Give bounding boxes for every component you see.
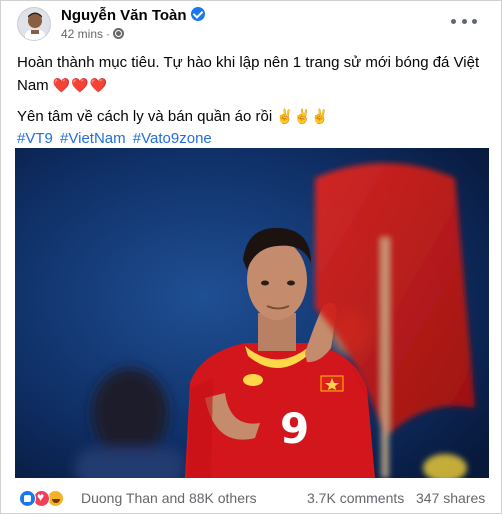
hashtag-vt9[interactable]: #VT9 — [17, 130, 53, 147]
post-header: Nguyễn Văn Toàn 42 mins · — [1, 1, 501, 45]
post-time[interactable]: 42 mins — [61, 27, 103, 41]
hashtag-vietnam[interactable]: #VietNam — [60, 130, 126, 147]
reactions-count[interactable]: Duong Than and 88K others — [81, 490, 257, 506]
jersey-number: 9 — [280, 404, 309, 453]
hashtag-vato9zone[interactable]: #Vato9zone — [133, 130, 212, 147]
comments-count[interactable]: 3.7K comments — [307, 490, 404, 506]
post-line-2-text: Yên tâm về cách ly và bán quần áo rồi — [17, 108, 273, 125]
hashtags: #VT9 #VietNam #Vato9zone — [17, 128, 487, 150]
author-name[interactable]: Nguyễn Văn Toàn — [61, 7, 205, 24]
globe-icon[interactable] — [113, 28, 125, 39]
like-reaction-icon — [19, 490, 36, 507]
post-meta: 42 mins · — [61, 27, 125, 41]
more-dot — [451, 18, 456, 24]
post-text: Hoàn thành mục tiêu. Tự hào khi lập nên … — [17, 52, 487, 150]
reaction-icons[interactable] — [19, 490, 64, 507]
post-photo[interactable]: 9 — [15, 148, 489, 478]
post-line-2: Yên tâm về cách ly và bán quần áo rồi ✌️… — [17, 105, 487, 128]
more-dot — [472, 18, 477, 24]
author-avatar[interactable] — [17, 7, 51, 41]
post-line-1: Hoàn thành mục tiêu. Tự hào khi lập nên … — [17, 52, 487, 97]
post-footer: Duong Than and 88K others 3.7K comments … — [1, 481, 501, 514]
hearts-emoji: ❤️❤️❤️ — [52, 77, 109, 93]
facebook-post: Nguyễn Văn Toàn 42 mins · Hoàn thành mục … — [0, 0, 502, 514]
verified-icon — [190, 7, 205, 21]
meta-separator: · — [106, 27, 111, 41]
shares-count[interactable]: 347 shares — [416, 490, 485, 506]
author-name-text[interactable]: Nguyễn Văn Toàn — [61, 7, 187, 24]
more-dot — [461, 18, 467, 24]
more-options-icon[interactable] — [451, 11, 477, 31]
victory-emoji: ✌️✌️✌️ — [276, 108, 329, 124]
